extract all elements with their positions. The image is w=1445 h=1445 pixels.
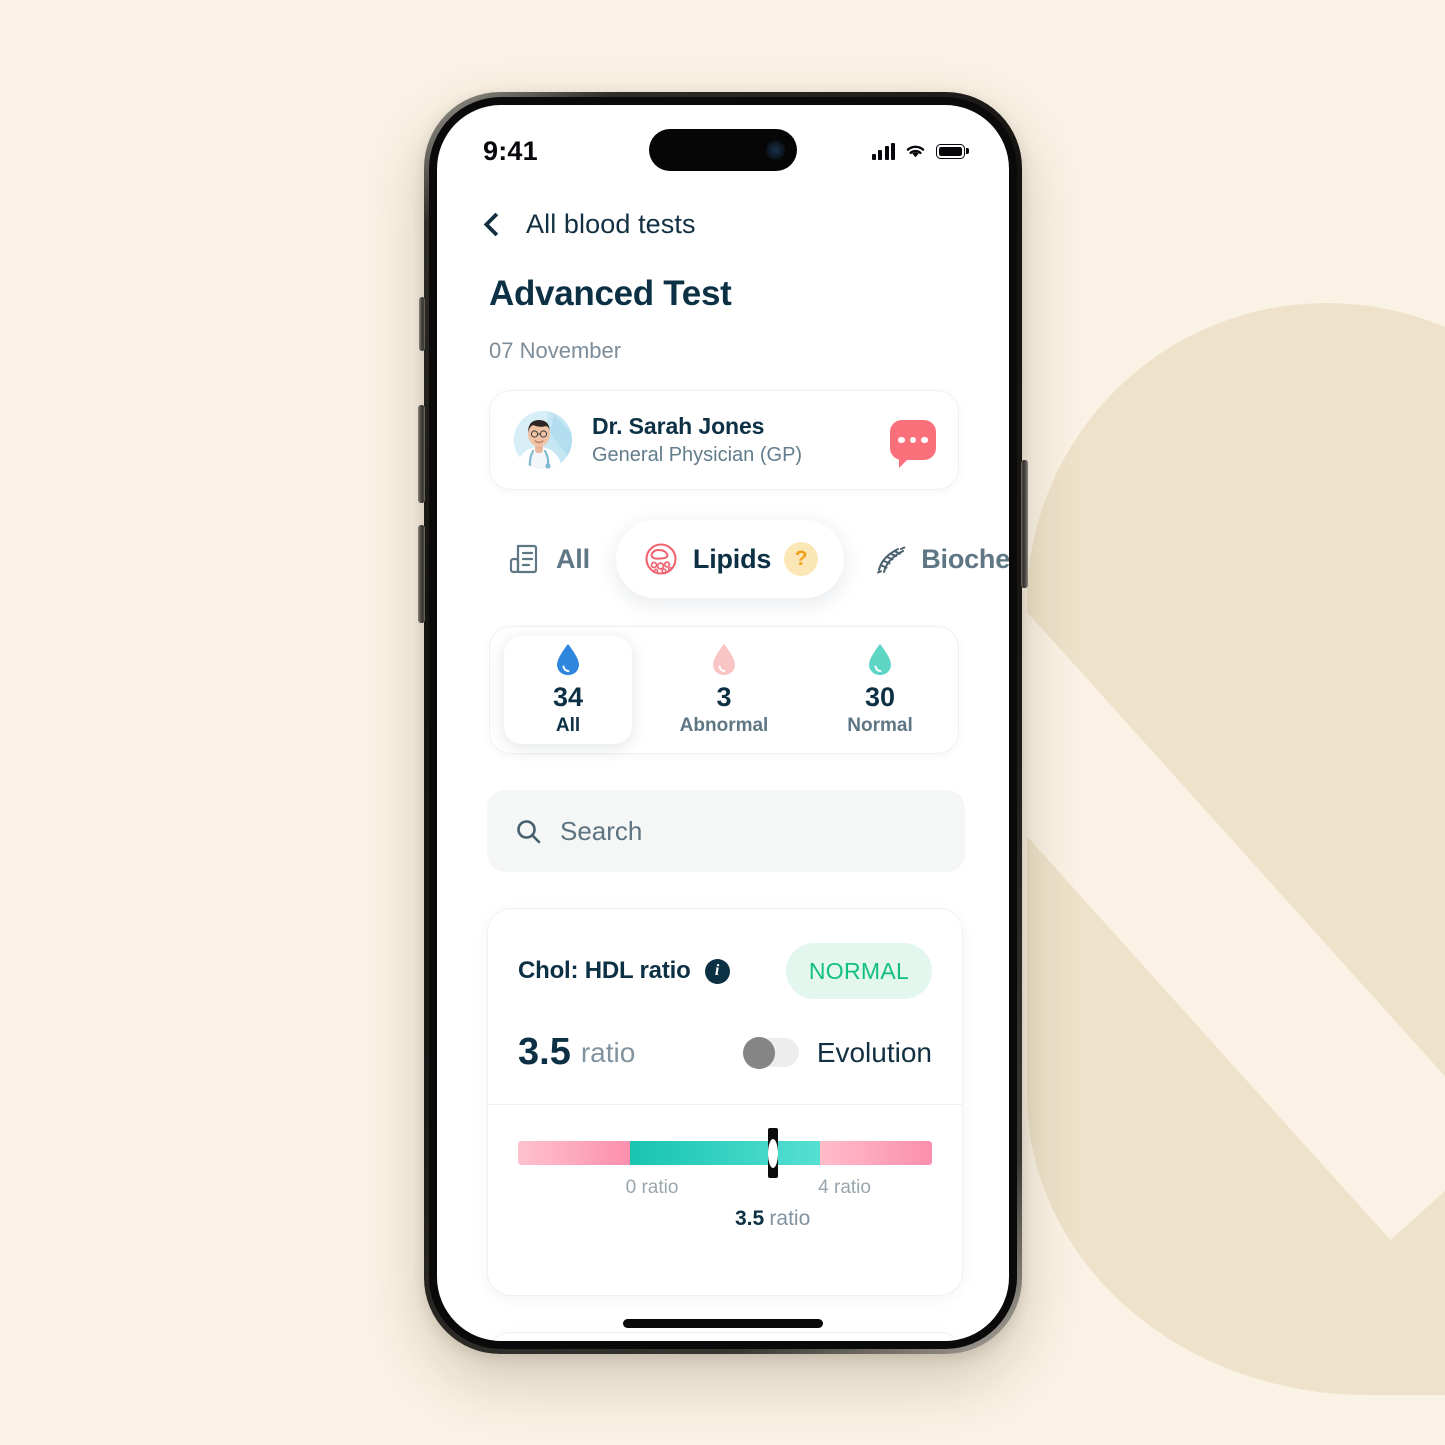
wifi-icon: [906, 145, 925, 158]
stat-abnormal[interactable]: 3 Abnormal: [646, 627, 802, 753]
document-list-icon: [505, 540, 543, 578]
tab-lipids-label: Lipids: [692, 543, 772, 574]
dynamic-island: [649, 129, 797, 171]
cellular-bars-icon: [871, 142, 895, 160]
stat-all-label: All: [555, 715, 581, 736]
range-segment-high: [820, 1141, 932, 1166]
silent-switch-button[interactable]: [419, 297, 425, 351]
stat-normal-count: 30: [864, 682, 896, 712]
category-tabs: All Lipids ? Bioche: [437, 520, 1009, 598]
doctor-role: General Physician (GP): [592, 444, 803, 466]
stat-normal-label: Normal: [847, 715, 913, 736]
volume-up-button[interactable]: [418, 405, 425, 503]
range-current-value: 3.5: [734, 1207, 765, 1231]
result-card-chol-hdl-ratio[interactable]: Chol: HDL ratio i NORMAL 3.5 ratio Evolu…: [487, 908, 963, 1297]
phone-screen: 9:41 All blood tests Advanced Test 07 No…: [437, 105, 1009, 1341]
doctor-info: Dr. Sarah Jones General Physician (GP): [592, 413, 802, 467]
result-value: 3.5: [518, 1031, 571, 1073]
status-bar-indicators: [871, 142, 965, 160]
search-bar[interactable]: Search: [487, 790, 965, 872]
help-question-icon[interactable]: ?: [784, 542, 819, 576]
back-navigation[interactable]: All blood tests: [437, 183, 1009, 240]
range-segment-normal: [629, 1141, 821, 1166]
toggle-switch[interactable]: [742, 1036, 799, 1069]
evolution-label: Evolution: [816, 1036, 932, 1068]
search-input[interactable]: Search: [560, 816, 642, 847]
chat-bubble-icon[interactable]: [890, 420, 936, 468]
range-segment-low: [518, 1141, 630, 1166]
range-min-label: 0 ratio: [625, 1177, 679, 1199]
status-bar: 9:41: [437, 105, 1009, 183]
tab-all[interactable]: All: [487, 520, 608, 598]
battery-full-icon: [936, 143, 965, 159]
tab-biochemistry-label: Biochemistry: [921, 543, 1009, 574]
tab-all-label: All: [556, 543, 590, 574]
blood-drop-icon: [869, 644, 891, 675]
range-indicator: 0 ratio 4 ratio 3.5 ratio: [488, 1105, 962, 1295]
stat-all[interactable]: 34 All: [490, 627, 646, 753]
front-camera-icon: [766, 140, 785, 160]
blood-drop-icon: [557, 644, 579, 675]
search-icon: [517, 819, 541, 843]
result-unit: ratio: [580, 1036, 636, 1068]
evolution-toggle[interactable]: Evolution: [742, 1036, 932, 1069]
stat-all-count: 34: [552, 682, 584, 712]
stat-normal[interactable]: 30 Normal: [802, 627, 958, 753]
range-max-label: 4 ratio: [818, 1177, 871, 1199]
stat-abnormal-count: 3: [716, 682, 732, 712]
info-icon[interactable]: i: [704, 958, 730, 984]
back-label[interactable]: All blood tests: [526, 209, 696, 240]
chevron-left-icon[interactable]: [483, 212, 508, 237]
power-button[interactable]: [1021, 460, 1028, 588]
page-title: Advanced Test: [489, 274, 732, 313]
status-badge: NORMAL: [786, 943, 932, 999]
phone-mockup: 9:41 All blood tests Advanced Test 07 No…: [424, 92, 1022, 1354]
app-content: All blood tests Advanced Test 07 Novembe…: [437, 183, 1009, 1341]
tab-lipids[interactable]: Lipids ?: [615, 520, 845, 598]
result-card-header: Cholesterol i DEFICIENT: [488, 1333, 962, 1341]
stats-summary-card: 34 All 3 Abnormal 30 Normal: [489, 626, 959, 754]
range-marker[interactable]: [767, 1128, 778, 1179]
range-marker-knob[interactable]: [767, 1138, 778, 1168]
phone-bezel: 9:41 All blood tests Advanced Test 07 No…: [429, 97, 1017, 1349]
result-card-header: Chol: HDL ratio i NORMAL 3.5 ratio Evolu…: [488, 909, 962, 1074]
doctor-name: Dr. Sarah Jones: [592, 413, 765, 439]
range-labels: 0 ratio 4 ratio 3.5 ratio: [518, 1177, 932, 1237]
range-bar[interactable]: [518, 1128, 932, 1179]
doctor-card[interactable]: Dr. Sarah Jones General Physician (GP): [489, 390, 959, 490]
status-bar-time: 9:41: [483, 135, 538, 166]
test-date: 07 November: [489, 338, 622, 363]
volume-down-button[interactable]: [418, 525, 425, 623]
home-indicator[interactable]: [623, 1319, 823, 1328]
doctor-avatar: [514, 411, 572, 469]
tab-biochemistry[interactable]: Biochemistry: [852, 520, 1009, 598]
range-current-label: 3.5 ratio: [735, 1207, 810, 1231]
range-current-unit: ratio: [769, 1207, 811, 1231]
result-title: Chol: HDL ratio: [518, 957, 691, 984]
lipid-cell-icon: [642, 540, 680, 578]
blood-drop-icon: [713, 644, 735, 675]
result-card-cholesterol[interactable]: Cholesterol i DEFICIENT: [487, 1332, 963, 1341]
stat-abnormal-label: Abnormal: [679, 715, 769, 736]
dna-helix-icon: [870, 540, 908, 578]
